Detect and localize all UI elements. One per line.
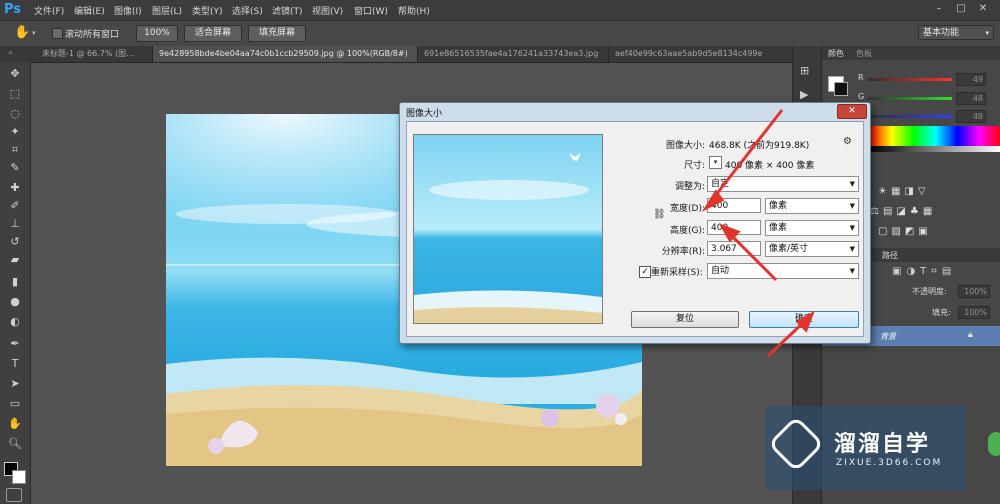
watermark-name: 溜溜自学 <box>834 432 931 457</box>
arrow-head-width <box>701 189 725 212</box>
arrow-to-width <box>710 109 784 201</box>
watermark: 溜溜自学 ZIXUE.3D66.COM <box>766 406 966 490</box>
arrow-to-height <box>726 230 778 282</box>
watermark-url: ZIXUE.3D66.COM <box>836 458 943 468</box>
watermark-logo-icon <box>767 415 825 473</box>
